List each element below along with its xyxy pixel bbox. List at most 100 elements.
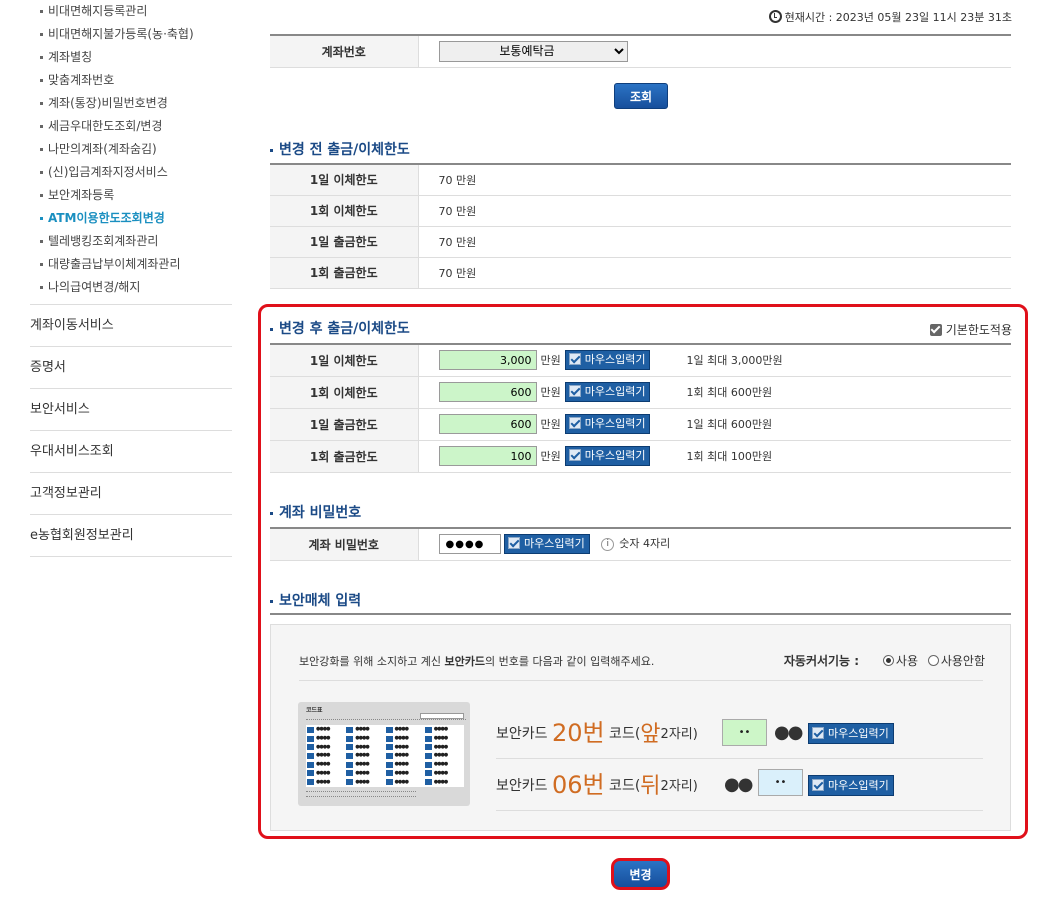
sidebar-sub-item[interactable]: 비대면해지등록관리	[40, 0, 232, 23]
table-row: 1일 출금한도 만원마우스입력기 1일 최대 600만원	[270, 408, 1011, 441]
sidebar-sub-item[interactable]: (신)입금계좌지정서비스	[40, 161, 232, 184]
card-cell: ●●●●	[385, 726, 424, 734]
sidebar-main-item[interactable]: e농협회원정보관리	[30, 515, 232, 557]
security-code-row-1: 보안카드 20번 코드(앞2자리) •• ●● 마우스입력기	[496, 707, 983, 759]
sidebar-main-menu: 계좌이동서비스 증명서 보안서비스 우대서비스조회 고객정보관리 e농협회원정보관리	[30, 304, 232, 557]
sidebar-sub-menu: 비대면해지등록관리 비대면해지불가등록(농·축협) 계좌별칭 맞춤계좌번호 계좌(통장)…	[30, 0, 232, 299]
radio-unselected-icon[interactable]	[927, 655, 939, 666]
card-cell: ●●●●	[346, 761, 384, 769]
checkbox-checked-icon	[568, 449, 581, 461]
password-title: 계좌 비밀번호	[270, 502, 361, 522]
password-mouse-input-button[interactable]: 마우스입력기	[504, 534, 590, 555]
bullet-icon	[40, 79, 43, 82]
checkbox-checked-icon	[568, 353, 581, 366]
card-cell: ●●●●	[424, 778, 463, 786]
sidebar-main-item[interactable]: 보안서비스	[30, 389, 232, 431]
password-input[interactable]	[438, 534, 501, 555]
info-icon: i	[601, 537, 615, 551]
mouse-input-button[interactable]: 마우스입력기	[564, 414, 651, 434]
inquiry-button[interactable]: 조회	[614, 83, 668, 109]
sidebar-sub-item[interactable]: 계좌별칭	[40, 46, 232, 69]
checkbox-checked-icon[interactable]	[929, 324, 942, 336]
security-media-title: 보안매체 입력	[270, 590, 361, 610]
bullet-icon	[40, 148, 43, 151]
radio-nouse[interactable]: 사용안함	[927, 654, 985, 668]
after-limit-title: 변경 후 출금/이체한도	[270, 318, 410, 338]
mouse-input-button[interactable]: 마우스입력기	[564, 382, 651, 402]
checkbox-checked-icon	[568, 385, 581, 397]
security-code-2-input[interactable]: ••	[758, 769, 803, 796]
checkbox-checked-icon	[812, 727, 824, 739]
checkbox-checked-icon	[508, 537, 520, 550]
sidebar-sub-item[interactable]: 맞춤계좌번호	[40, 69, 232, 92]
card-cell: ●●●●	[307, 735, 345, 743]
sidebar-sub-item[interactable]: 세금우대한도조회/변경	[40, 115, 232, 138]
radio-use[interactable]: 사용	[882, 654, 918, 668]
account-label: 계좌번호	[270, 35, 419, 68]
limit-value: 70 만원	[418, 226, 1011, 258]
card-image-title: 코드표	[306, 707, 323, 714]
sidebar-main-item[interactable]: 증명서	[30, 347, 232, 389]
table-row: 1회 이체한도 70 만원	[270, 195, 1011, 227]
limit-label: 1일 출금한도	[270, 226, 419, 258]
sidebar-sub-item[interactable]: 대량출금납부이체계좌관리	[40, 253, 232, 276]
sidebar-sub-item[interactable]: 계좌(통장)비밀번호변경	[40, 92, 232, 115]
limit-hint: 1회 최대 100만원	[686, 450, 773, 463]
password-info: 숫자 4자리	[619, 537, 671, 551]
sidebar: 비대면해지등록관리 비대면해지불가등록(농·축협) 계좌별칭 맞춤계좌번호 계좌(통장)…	[30, 0, 232, 557]
clock-icon	[768, 10, 782, 23]
before-limit-table: 1일 이체한도 70 만원 1회 이체한도 70 만원 1일 출금한도 70 만원 1회 출…	[270, 163, 1011, 289]
divider	[270, 613, 1011, 615]
current-time: 현재시간 : 2023년 05월 23일 11시 23분 31초	[768, 9, 1012, 25]
before-limit-title: 변경 전 출금/이체한도	[270, 139, 410, 159]
bullet-icon	[40, 171, 43, 174]
limit-amount-input[interactable]	[438, 382, 537, 402]
limit-hint: 1일 최대 600만원	[686, 418, 773, 431]
sidebar-sub-item[interactable]: ATM이용한도조회변경	[40, 207, 232, 230]
card-cell: ●●●●	[424, 761, 463, 769]
card-cell: ●●●●	[385, 778, 424, 786]
card-cell: ●●●●	[385, 761, 424, 769]
security-code-1-input[interactable]: ••	[722, 719, 767, 746]
sidebar-sub-item[interactable]: 나의급여변경/해지	[40, 276, 232, 299]
limit-amount-input[interactable]	[438, 350, 537, 371]
card-cell: ●●●●	[307, 770, 345, 778]
unit-label: 만원	[540, 354, 561, 368]
sidebar-main-item[interactable]: 우대서비스조회	[30, 431, 232, 473]
default-limit-checkbox[interactable]: 기본한도적용	[929, 321, 1012, 338]
card-cell: ●●●●	[307, 761, 345, 769]
divider	[299, 680, 983, 681]
mouse-input-button[interactable]: 마우스입력기	[564, 350, 651, 371]
sidebar-main-item[interactable]: 계좌이동서비스	[30, 305, 232, 347]
account-select[interactable]: 보통예탁금	[438, 40, 628, 62]
checkbox-checked-icon	[568, 417, 581, 429]
password-table: 계좌 비밀번호 마우스입력기 i 숫자 4자리	[270, 527, 1011, 561]
change-button[interactable]: 변경	[611, 858, 670, 890]
sidebar-main-item[interactable]: 고객정보관리	[30, 473, 232, 515]
code-1-mouse-input-button[interactable]: 마우스입력기	[808, 723, 894, 744]
bullet-icon	[270, 327, 273, 331]
card-cell: ●●●●	[346, 735, 384, 743]
limit-amount-input[interactable]	[438, 414, 537, 434]
limit-label: 1회 이체한도	[270, 195, 419, 227]
table-row: 1일 이체한도 70 만원	[270, 164, 1011, 196]
limit-amount-input[interactable]	[438, 446, 537, 466]
card-cell: ●●●●	[307, 778, 345, 786]
mouse-input-button[interactable]: 마우스입력기	[564, 446, 651, 466]
masked-digits: ●●	[724, 774, 753, 795]
code-2-mouse-input-button[interactable]: 마우스입력기	[808, 775, 894, 796]
limit-hint: 1일 최대 3,000만원	[686, 354, 783, 368]
table-row: 1일 이체한도 만원마우스입력기 1일 최대 3,000만원	[270, 344, 1011, 377]
sidebar-sub-item[interactable]: 보안계좌등록	[40, 184, 232, 207]
sidebar-sub-item[interactable]: 나만의계좌(계좌숨김)	[40, 138, 232, 161]
checkbox-checked-icon	[812, 779, 824, 791]
after-limit-table: 1일 이체한도만원마우스입력기1일 최대 3,000만원1회 이체한도만원마우스…	[270, 343, 1011, 473]
bullet-icon	[40, 240, 43, 243]
bullet-icon	[40, 33, 43, 36]
sidebar-sub-item[interactable]: 비대면해지불가등록(농·축협)	[40, 23, 232, 46]
radio-selected-icon[interactable]	[882, 655, 894, 666]
card-cell: ●●●●	[346, 770, 384, 778]
sidebar-sub-item[interactable]: 텔레뱅킹조회계좌관리	[40, 230, 232, 253]
bullet-icon	[40, 263, 43, 266]
unit-label: 만원	[540, 418, 561, 431]
